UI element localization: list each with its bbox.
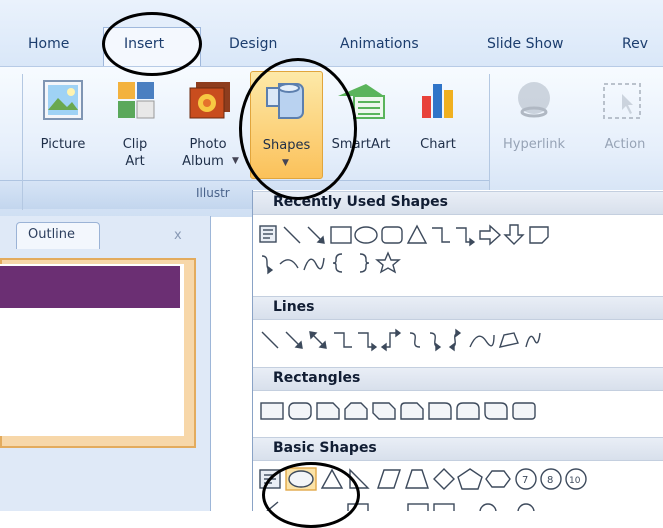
hyperlink-icon [518, 82, 550, 118]
snip-same-side-corner-rectangle-icon[interactable] [344, 402, 368, 420]
elbow-arrow-connector-icon[interactable] [358, 332, 378, 352]
section-title-basic-shapes: Basic Shapes [273, 440, 377, 456]
line-icon[interactable] [261, 331, 279, 349]
svg-text:7: 7 [522, 475, 528, 486]
curve-icon[interactable] [469, 334, 495, 348]
left-brace-icon[interactable] [332, 253, 343, 273]
arc-icon[interactable] [279, 259, 299, 269]
hexagon-icon[interactable] [485, 470, 511, 488]
section-title-rectangles: Rectangles [273, 370, 361, 386]
chart-button[interactable]: Chart [408, 78, 468, 178]
illustrations-group-label: Illustr [196, 186, 230, 200]
chart-icon [422, 84, 453, 118]
section-header-lines: Lines [253, 296, 663, 320]
photo-album-icon [189, 82, 230, 119]
double-arrow-line-icon[interactable] [309, 331, 327, 349]
annotation-circle-oval-shape [262, 462, 360, 528]
rectangle-icon[interactable] [260, 402, 284, 420]
svg-text:10: 10 [569, 476, 581, 486]
curved-connector-icon[interactable] [409, 332, 421, 348]
photo-album-button[interactable]: Photo Album ▼ [172, 78, 244, 178]
section-title-lines: Lines [273, 299, 315, 315]
clip-art-button[interactable]: Clip Art [110, 78, 160, 178]
curved-arrow-connector-icon[interactable] [261, 255, 274, 275]
pentagon-icon[interactable] [457, 468, 483, 490]
tab-animations[interactable]: Animations [340, 36, 419, 52]
section-header-basic-shapes: Basic Shapes [253, 437, 663, 461]
recent-shapes-row-2 [258, 250, 478, 276]
heptagon-icon[interactable]: 7 [515, 468, 537, 490]
tab-slide-show[interactable]: Slide Show [487, 36, 563, 52]
elbow-arrow-connector-icon[interactable] [456, 227, 476, 247]
clip-art-label-line2: Art [125, 154, 145, 169]
rounded-rectangle-icon[interactable] [288, 402, 312, 420]
snip-single-corner-rectangle-icon[interactable] [316, 402, 340, 420]
action-label: Action [604, 137, 646, 152]
picture-button[interactable]: Picture [33, 78, 93, 178]
parallelogram-icon[interactable] [377, 469, 401, 489]
picture-icon [43, 80, 83, 120]
right-brace-icon[interactable] [359, 253, 370, 273]
section-header-rectangles: Rectangles [253, 367, 663, 391]
trapezoid-icon[interactable] [405, 469, 429, 489]
snip-diagonal-corner-rectangle-icon[interactable] [372, 402, 396, 420]
curved-arrow-connector-icon[interactable] [429, 332, 442, 352]
annotation-circle-shapes-button [239, 58, 357, 200]
tab-review[interactable]: Rev [622, 36, 648, 52]
arrow-line-icon[interactable] [285, 331, 303, 349]
down-arrow-icon[interactable] [503, 224, 525, 245]
action-button[interactable]: Action [590, 78, 660, 178]
photo-album-label-line1: Photo [189, 137, 227, 152]
clip-art-label-line1: Clip [122, 137, 148, 152]
curve-icon[interactable] [303, 257, 325, 271]
elbow-double-arrow-connector-icon[interactable] [380, 328, 402, 352]
slide-title-band [0, 266, 180, 308]
rectangles-row [258, 398, 578, 424]
text-box-icon[interactable] [259, 225, 277, 243]
curved-double-arrow-connector-icon[interactable] [448, 328, 462, 352]
elbow-connector-icon[interactable] [334, 332, 352, 348]
hyperlink-button[interactable]: Hyperlink [494, 78, 574, 178]
scribble-icon[interactable] [525, 332, 541, 348]
group-separator [22, 74, 23, 210]
round-diagonal-corner-rectangle-icon[interactable] [484, 402, 508, 420]
elbow-connector-icon[interactable] [432, 227, 450, 243]
hyperlink-label: Hyperlink [502, 137, 566, 152]
dropdown-arrow-icon: ▼ [232, 156, 239, 166]
rectangle-icon[interactable] [330, 226, 352, 244]
picture-button-label: Picture [40, 137, 86, 152]
triangle-icon[interactable] [406, 224, 428, 244]
action-icon [603, 83, 641, 119]
lines-row [258, 327, 663, 353]
round-single-corner-rectangle-icon[interactable] [428, 402, 452, 420]
arrow-line-icon[interactable] [307, 226, 325, 244]
decagon-icon[interactable]: 10 [565, 468, 587, 490]
oval-icon[interactable] [354, 226, 378, 244]
annotation-circle-insert-tab [102, 12, 202, 76]
outline-tab-label: Outline [28, 227, 76, 242]
recent-shapes-row-1 [258, 222, 663, 248]
snip-and-round-rectangle-icon[interactable] [400, 402, 424, 420]
photo-album-label-line2: Album [182, 154, 224, 169]
svg-text:8: 8 [547, 475, 553, 486]
tab-home[interactable]: Home [28, 36, 69, 52]
star-icon[interactable] [375, 251, 401, 274]
octagon-icon[interactable]: 8 [540, 468, 562, 490]
round-same-side-corner-rectangle-icon[interactable] [456, 402, 480, 420]
tab-design[interactable]: Design [229, 36, 277, 52]
folded-corner-icon[interactable] [529, 226, 549, 244]
rounded-rectangle-icon[interactable] [381, 226, 403, 244]
clip-art-icon [118, 82, 155, 119]
chart-label: Chart [420, 137, 456, 152]
right-arrow-icon[interactable] [479, 224, 502, 246]
line-icon[interactable] [283, 226, 301, 244]
round-rectangle-alt-icon[interactable] [512, 402, 536, 420]
close-icon[interactable]: x [174, 228, 182, 243]
diamond-icon[interactable] [433, 468, 455, 490]
freeform-icon[interactable] [498, 332, 519, 348]
